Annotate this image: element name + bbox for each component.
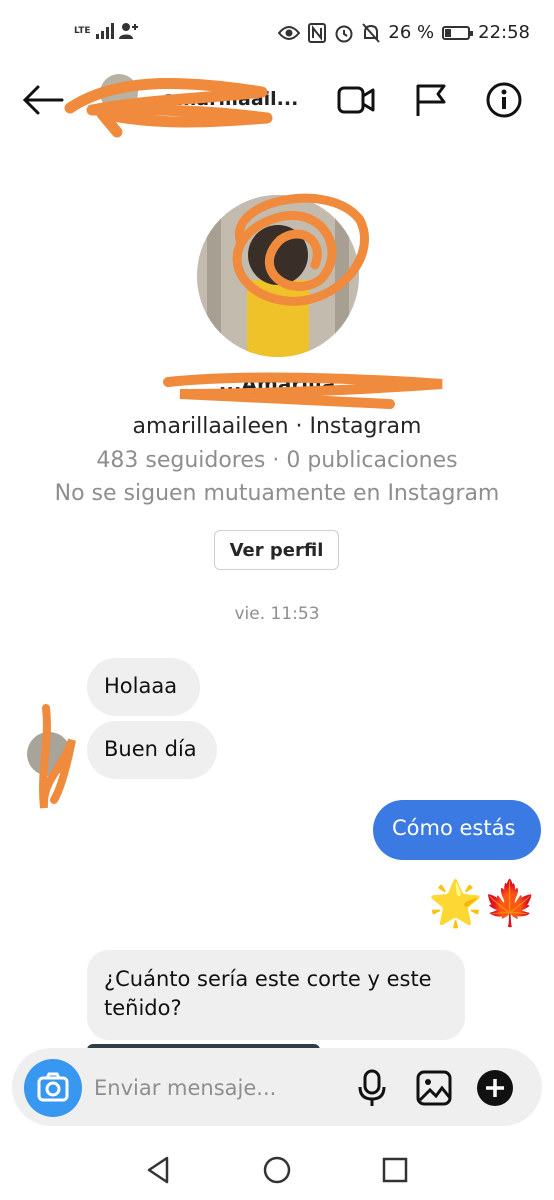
status-right: 26 % 22:58 [278, 22, 530, 43]
status-bar: LTE 26 % 22:58 [0, 0, 554, 70]
home-circle-icon[interactable] [261, 1154, 293, 1186]
camera-icon [37, 1072, 69, 1102]
recents-square-icon[interactable] [379, 1154, 411, 1186]
message-text: Buen día [104, 737, 197, 761]
video-call-icon[interactable] [336, 82, 376, 118]
message-bubble-incoming[interactable]: Buen día [87, 721, 217, 779]
chat-header: ...amarillaail... [0, 70, 554, 138]
view-profile-button[interactable]: Ver perfil [214, 530, 339, 570]
add-icon[interactable] [475, 1068, 515, 1108]
back-triangle-icon[interactable] [143, 1154, 175, 1186]
message-input[interactable] [92, 1062, 336, 1114]
eye-icon [278, 25, 301, 40]
avatar-scribble [232, 193, 369, 306]
message-text: ¿Cuánto sería este corte y este teñido? [104, 967, 432, 1020]
profile-handle: amarillaaileen · Instagram [132, 414, 422, 439]
profile-mutual-status: No se siguen mutuamente en Instagram [54, 481, 500, 506]
microphone-icon[interactable] [352, 1068, 392, 1108]
battery-percent: 26 % [388, 22, 435, 43]
message-text: Cómo estás [392, 816, 516, 840]
flag-icon[interactable] [412, 82, 452, 118]
message-composer [12, 1048, 542, 1126]
info-icon[interactable] [484, 82, 524, 118]
message-text: Holaaa [104, 674, 178, 698]
profile-stats: 483 seguidores · 0 publicaciones [96, 448, 458, 473]
signal-icon [95, 23, 114, 39]
battery-icon [442, 25, 474, 40]
message-bubble-incoming[interactable]: Holaaa [87, 658, 200, 716]
clock: 22:58 [478, 22, 530, 43]
nfc-icon [308, 22, 327, 43]
message-bubble-incoming[interactable]: ¿Cuánto sería este corte y este teñido? [87, 950, 465, 1040]
redaction-scribble [64, 78, 273, 138]
thread-timestamp: vie. 11:53 [234, 604, 320, 624]
system-nav-bar [0, 1140, 554, 1200]
camera-button[interactable] [24, 1059, 82, 1117]
alarm-icon [335, 25, 353, 42]
back-arrow-icon[interactable] [22, 84, 64, 116]
emoji-message[interactable]: 🌟🍁 [428, 880, 538, 928]
gallery-icon[interactable] [414, 1068, 454, 1108]
message-bubble-outgoing[interactable]: Cómo estás [373, 800, 541, 860]
network-type: LTE [74, 25, 91, 36]
person-add-icon [118, 23, 138, 39]
signal-area: LTE [74, 22, 139, 40]
notifications-off-icon [362, 22, 381, 43]
name-scribble [163, 372, 443, 409]
sender-avatar-scribble [39, 704, 76, 809]
